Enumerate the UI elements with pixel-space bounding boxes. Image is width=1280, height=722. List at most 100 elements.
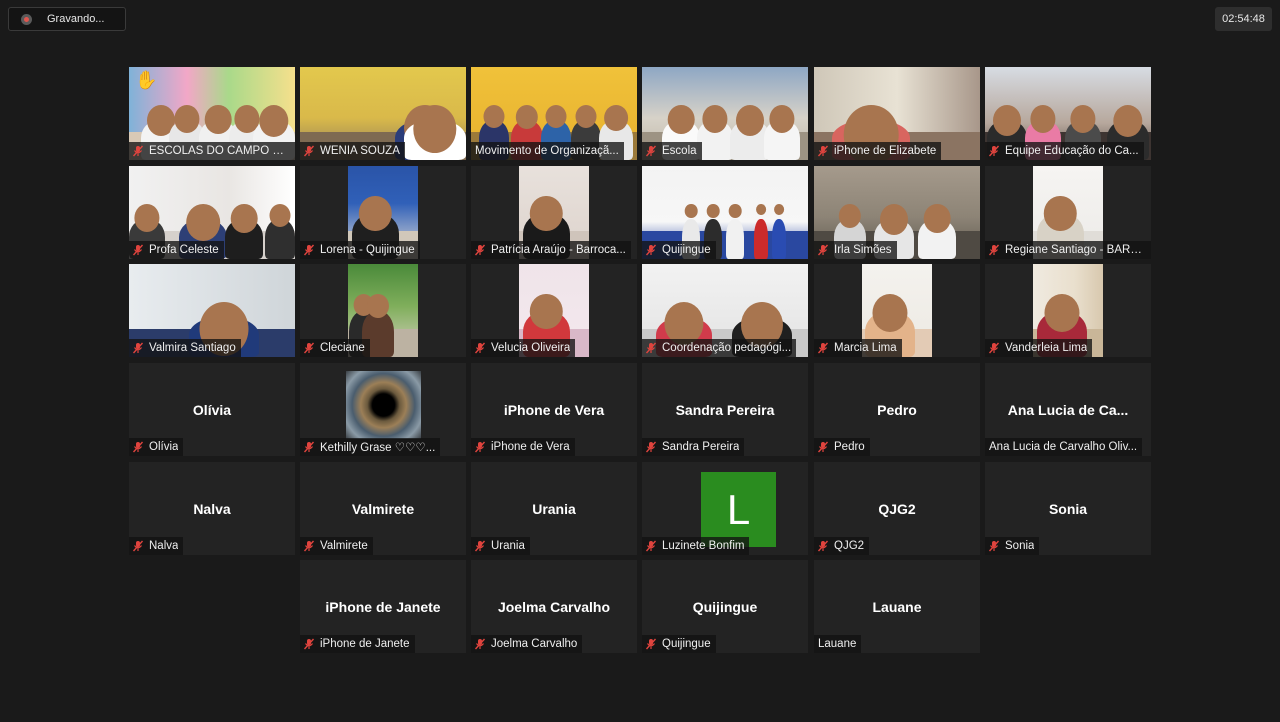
participant-tile[interactable]: Quijingue xyxy=(642,166,808,259)
participant-name-label: Luzinete Bonfim xyxy=(642,537,750,555)
participant-tile[interactable]: QJG2 QJG2 xyxy=(814,462,980,555)
participant-name-label: Vanderleia Lima xyxy=(985,339,1093,357)
participant-tile[interactable]: Profa Celeste xyxy=(129,166,295,259)
participant-name-label: Sandra Pereira xyxy=(642,438,745,456)
participant-tile[interactable]: Kethilly Grase ♡♡♡... xyxy=(300,363,466,456)
participant-name: Luzinete Bonfim xyxy=(662,540,745,552)
participant-name: Velucia Oliveira xyxy=(491,342,571,354)
mic-muted-icon xyxy=(303,638,315,650)
participant-tile[interactable]: Nalva Nalva xyxy=(129,462,295,555)
participant-display-name: Joelma Carvalho xyxy=(497,599,611,615)
mic-muted-icon xyxy=(645,638,657,650)
participant-tile[interactable]: Lorena - Quijingue xyxy=(300,166,466,259)
participant-name: Pedro xyxy=(834,441,865,453)
profile-picture xyxy=(346,371,421,439)
mic-muted-icon xyxy=(817,540,829,552)
participant-name-label: Nalva xyxy=(129,537,184,555)
participant-tile[interactable]: Marcia Lima xyxy=(814,264,980,357)
participant-name-label: Irla Simões xyxy=(814,241,897,259)
participant-name-label: Valmirete xyxy=(300,537,373,555)
participant-tile[interactable]: Velucia Oliveira xyxy=(471,264,637,357)
participant-tile[interactable]: Quijingue Quijingue xyxy=(642,560,808,653)
mic-muted-icon xyxy=(988,342,1000,354)
video-person-figure xyxy=(764,120,800,160)
participant-display-name: Quijingue xyxy=(692,599,758,615)
video-person-figure xyxy=(726,219,744,259)
mic-muted-icon xyxy=(645,342,657,354)
video-person-figure xyxy=(697,120,733,160)
participant-name-label: Escola xyxy=(642,142,702,160)
participant-tile[interactable]: Lauane Lauane xyxy=(814,560,980,653)
participant-tile[interactable]: L Luzinete Bonfim xyxy=(642,462,808,555)
participant-tile[interactable]: Cleciane xyxy=(300,264,466,357)
mic-muted-icon xyxy=(303,244,315,256)
participant-tile[interactable]: Movimento de Organizaçã... xyxy=(471,67,637,160)
participant-name-label: QJG2 xyxy=(814,537,870,555)
video-person-figure xyxy=(404,120,466,160)
participant-tile[interactable]: Urania Urania xyxy=(471,462,637,555)
participant-tile[interactable]: Valmirete Valmirete xyxy=(300,462,466,555)
participant-name-label: Regiane Santiago - BARR... xyxy=(985,241,1151,259)
participant-name: Valmirete xyxy=(320,540,368,552)
gallery-grid: ✋ ESCOLAS DO CAMPO N... WÊNIA SOUZA Movimen… xyxy=(0,0,1280,722)
video-person-figure xyxy=(225,219,263,259)
mic-muted-icon xyxy=(132,244,144,256)
mic-muted-icon xyxy=(303,342,315,354)
participant-name: Joelma Carvalho xyxy=(491,638,578,650)
participant-tile[interactable]: Coordenação pedagógi... xyxy=(642,264,808,357)
participant-name-label: Lorena - Quijingue xyxy=(300,241,420,259)
participant-display-name: Lauane xyxy=(872,599,922,615)
participant-tile[interactable]: Ana Lucia de Ca... Ana Lucia de Carvalho … xyxy=(985,363,1151,456)
participant-tile[interactable]: Joelma Carvalho Joelma Carvalho xyxy=(471,560,637,653)
participant-name: ESCOLAS DO CAMPO N... xyxy=(149,145,290,157)
participant-display-name: iPhone de Janete xyxy=(325,599,441,615)
participant-tile[interactable]: Sonia Sonia xyxy=(985,462,1151,555)
mic-muted-icon xyxy=(474,244,486,256)
participant-tile[interactable]: Vanderleia Lima xyxy=(985,264,1151,357)
participant-name-label: Profa Celeste xyxy=(129,241,224,259)
participant-name-label: Quijingue xyxy=(642,635,716,653)
mic-muted-icon xyxy=(988,244,1000,256)
participant-tile[interactable]: WÊNIA SOUZA xyxy=(300,67,466,160)
mic-muted-icon xyxy=(817,145,829,157)
participant-display-name: Pedro xyxy=(877,402,917,418)
participant-tile[interactable]: iPhone de Elizabete xyxy=(814,67,980,160)
participant-name-label: Velucia Oliveira xyxy=(471,339,576,357)
participant-name: Lorena - Quijingue xyxy=(320,244,415,256)
video-person-figure xyxy=(918,219,956,259)
participant-name-label: Patrícia Araújo - Barroca... xyxy=(471,241,631,259)
participant-tile[interactable]: Olívia Olívia xyxy=(129,363,295,456)
participant-tile[interactable]: Patrícia Araújo - Barroca... xyxy=(471,166,637,259)
participant-tile[interactable]: Sandra Pereira Sandra Pereira xyxy=(642,363,808,456)
participant-name-label: Equipe Educação do Ca... xyxy=(985,142,1144,160)
participant-name: Escola xyxy=(662,145,697,157)
participant-name: Kethilly Grase ♡♡♡... xyxy=(320,442,436,454)
participant-name-label: Joelma Carvalho xyxy=(471,635,583,653)
participant-tile[interactable]: ✋ ESCOLAS DO CAMPO N... xyxy=(129,67,295,160)
video-person-figure xyxy=(754,219,768,259)
participant-tile[interactable]: iPhone de Vera iPhone de Vera xyxy=(471,363,637,456)
mic-muted-icon xyxy=(132,441,144,453)
mic-muted-icon xyxy=(132,342,144,354)
participant-name-label: Coordenação pedagógi... xyxy=(642,339,797,357)
participant-tile[interactable]: iPhone de Janete iPhone de Janete xyxy=(300,560,466,653)
mic-muted-icon xyxy=(303,145,315,157)
participant-tile[interactable]: Pedro Pedro xyxy=(814,363,980,456)
participant-name: Regiane Santiago - BARR... xyxy=(1005,244,1146,256)
participant-name: Vanderleia Lima xyxy=(1005,342,1088,354)
participant-name: iPhone de Vera xyxy=(491,441,570,453)
participant-display-name: Sonia xyxy=(1048,501,1088,517)
participant-tile[interactable]: Equipe Educação do Ca... xyxy=(985,67,1151,160)
participant-name: Sonia xyxy=(1005,540,1035,552)
participant-tile[interactable]: Escola xyxy=(642,67,808,160)
mic-muted-icon xyxy=(817,342,829,354)
participant-tile[interactable]: Regiane Santiago - BARR... xyxy=(985,166,1151,259)
participant-name-label: Olívia xyxy=(129,438,184,456)
participant-tile[interactable]: Irla Simões xyxy=(814,166,980,259)
participant-name-label: WÊNIA SOUZA xyxy=(300,142,405,160)
participant-name-label: ESCOLAS DO CAMPO N... xyxy=(129,142,295,160)
participant-tile[interactable]: Valmira Santiago xyxy=(129,264,295,357)
mic-muted-icon xyxy=(303,540,315,552)
participant-name: Patrícia Araújo - Barroca... xyxy=(491,244,626,256)
participant-name: iPhone de Elizabete xyxy=(834,145,937,157)
